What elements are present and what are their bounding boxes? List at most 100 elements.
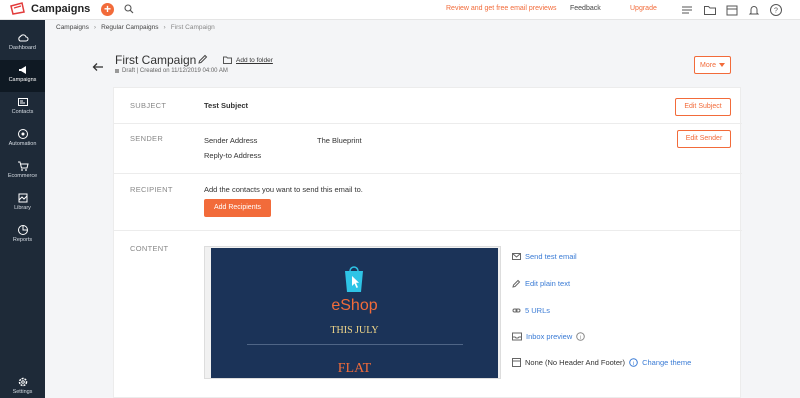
automation-icon xyxy=(17,129,28,139)
inbox-preview-label: Inbox preview xyxy=(526,332,573,341)
bell-icon[interactable] xyxy=(747,3,761,17)
email-preview-promo-link[interactable]: Review and get free email previews xyxy=(446,5,557,12)
divider xyxy=(114,123,742,124)
breadcrumb-item[interactable]: Regular Campaigns xyxy=(101,24,158,31)
svg-text:?: ? xyxy=(774,8,778,15)
campaign-details-panel: SUBJECT Test Subject Edit Subject SENDER… xyxy=(113,87,742,398)
info-icon[interactable]: i xyxy=(629,358,638,367)
text-edit-icon xyxy=(512,279,521,288)
shopping-bag-icon xyxy=(345,266,363,292)
email-headline: THIS JULY xyxy=(330,325,379,336)
sidebar-item-contacts[interactable]: Contacts xyxy=(0,92,45,124)
breadcrumb-current: First Campaign xyxy=(170,24,215,31)
cloud-icon xyxy=(17,34,28,42)
recipient-section-label: RECIPIENT xyxy=(130,185,173,194)
create-button[interactable]: + xyxy=(101,3,114,16)
edit-subject-button[interactable]: Edit Subject xyxy=(675,98,731,116)
send-test-email-label: Send test email xyxy=(525,252,577,261)
upgrade-link[interactable]: Upgrade xyxy=(630,5,657,12)
caret-down-icon xyxy=(718,63,725,67)
send-mail-icon xyxy=(512,253,521,260)
contact-card-icon xyxy=(17,98,28,106)
theme-icon xyxy=(512,358,521,367)
sidebar-item-ecommerce[interactable]: Ecommerce xyxy=(0,156,45,188)
link-icon xyxy=(512,308,521,313)
breadcrumb-separator-icon: › xyxy=(93,24,97,31)
list-settings-icon[interactable] xyxy=(680,3,694,17)
inbox-preview-link[interactable]: Inbox preview i xyxy=(512,332,586,341)
edit-plain-text-label: Edit plain text xyxy=(525,279,571,288)
divider xyxy=(114,173,742,174)
add-recipients-button[interactable]: Add Recipients xyxy=(204,199,271,217)
sidebar: Dashboard Campaigns Contacts Automation … xyxy=(0,20,45,398)
pencil-icon[interactable] xyxy=(197,54,208,65)
edit-sender-button[interactable]: Edit Sender xyxy=(677,130,731,148)
pie-chart-icon xyxy=(17,225,28,235)
sidebar-item-settings[interactable]: Settings xyxy=(0,372,45,398)
folder-plus-icon xyxy=(223,56,232,64)
sender-section-label: SENDER xyxy=(130,134,164,143)
sidebar-item-reports[interactable]: Reports xyxy=(0,220,45,252)
gear-icon xyxy=(18,377,27,387)
library-icon xyxy=(18,193,27,203)
sidebar-item-dashboard[interactable]: Dashboard xyxy=(0,28,45,60)
megaphone-icon xyxy=(18,66,26,74)
email-brand-name: eShop xyxy=(331,297,378,314)
subject-value: Test Subject xyxy=(204,101,249,110)
theme-row: None (No Header And Footer) i Change the… xyxy=(512,358,691,367)
sidebar-item-label: Settings xyxy=(12,389,33,395)
divider xyxy=(114,230,742,231)
edit-plain-text-link[interactable]: Edit plain text xyxy=(512,279,570,288)
current-theme-label: None (No Header And Footer) xyxy=(525,358,626,367)
feedback-link[interactable]: Feedback xyxy=(570,5,601,12)
sidebar-item-library[interactable]: Library xyxy=(0,188,45,220)
urls-label: 5 URLs xyxy=(525,306,551,315)
sidebar-item-automation[interactable]: Automation xyxy=(0,124,45,156)
page-title: First Campaign xyxy=(115,53,197,67)
top-bar: Campaigns + Review and get free email pr… xyxy=(0,0,800,20)
sidebar-item-label: Reports xyxy=(12,237,33,243)
recipient-instruction: Add the contacts you want to send this e… xyxy=(204,185,363,194)
content-section-label: CONTENT xyxy=(130,244,169,253)
email-divider xyxy=(247,344,463,345)
more-button-label: More xyxy=(700,61,716,69)
change-theme-link[interactable]: Change theme xyxy=(642,358,691,367)
sender-address-label: Sender Address xyxy=(204,136,258,145)
campaigns-logo-icon xyxy=(10,2,25,15)
sidebar-item-label: Campaigns xyxy=(8,77,37,83)
sidebar-item-label: Ecommerce xyxy=(7,173,38,179)
campaign-meta: Draft | Created on 11/12/2019 04:00 AM xyxy=(115,68,228,74)
email-preview-body: eShop THIS JULY FLAT xyxy=(211,248,498,378)
subject-section-label: SUBJECT xyxy=(130,101,167,110)
send-test-email-link[interactable]: Send test email xyxy=(512,252,577,261)
search-icon[interactable] xyxy=(124,4,134,14)
sidebar-item-label: Library xyxy=(14,205,31,211)
calendar-icon[interactable] xyxy=(725,3,739,17)
more-button[interactable]: More xyxy=(694,56,731,74)
draft-status-icon xyxy=(115,69,119,73)
back-arrow-icon[interactable] xyxy=(92,62,104,72)
add-to-folder-label: Add to folder xyxy=(236,56,273,64)
urls-link[interactable]: 5 URLs xyxy=(512,306,550,315)
sidebar-item-label: Contacts xyxy=(11,109,34,115)
sidebar-item-label: Automation xyxy=(8,141,37,147)
app-title: Campaigns xyxy=(31,3,91,15)
campaign-meta-text: Draft | Created on 11/12/2019 04:00 AM xyxy=(122,68,228,74)
sender-address-value: The Blueprint xyxy=(317,136,362,145)
svg-text:i: i xyxy=(633,361,634,367)
help-icon[interactable]: ? xyxy=(769,3,783,17)
breadcrumb-separator-icon: › xyxy=(163,24,166,31)
brand[interactable]: Campaigns xyxy=(10,2,90,16)
add-to-folder-link[interactable]: Add to folder xyxy=(223,56,273,64)
sidebar-item-campaigns[interactable]: Campaigns xyxy=(0,60,45,92)
svg-text:i: i xyxy=(580,335,581,341)
info-icon[interactable]: i xyxy=(576,332,586,341)
sidebar-item-label: Dashboard xyxy=(9,45,36,51)
email-preview[interactable]: eShop THIS JULY FLAT xyxy=(204,246,501,379)
breadcrumb-item[interactable]: Campaigns xyxy=(56,24,89,31)
breadcrumb: Campaigns › Regular Campaigns › First Ca… xyxy=(56,24,215,31)
email-offer: FLAT xyxy=(337,361,372,376)
folder-icon[interactable] xyxy=(703,3,717,17)
reply-to-address-label: Reply-to Address xyxy=(204,151,262,160)
cart-icon xyxy=(17,161,29,171)
